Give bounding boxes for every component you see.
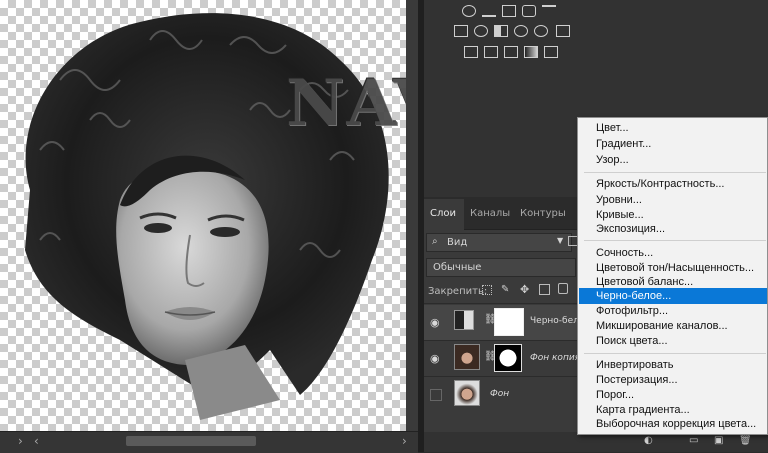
menu-item[interactable]: Градиент...: [596, 138, 651, 150]
layer-name[interactable]: Фон: [490, 389, 509, 399]
menu-item[interactable]: Яркость/Контрастность...: [596, 178, 724, 190]
lock-artboard-icon[interactable]: [539, 284, 550, 295]
scroll-left-icon[interactable]: ‹: [34, 434, 39, 448]
new-adjustment-icon[interactable]: ◐: [644, 435, 653, 446]
menu-separator: [584, 172, 766, 173]
trash-icon[interactable]: 🗑: [739, 435, 752, 446]
curves-icon[interactable]: [502, 5, 516, 17]
menu-separator: [584, 353, 766, 354]
blend-mode-select[interactable]: Обычные: [426, 258, 576, 277]
threshold-icon[interactable]: [504, 46, 518, 58]
menu-item[interactable]: Порог...: [596, 389, 634, 401]
photo-filter-icon[interactable]: [514, 25, 528, 37]
menu-item-selected[interactable]: Черно-белое...: [596, 290, 671, 302]
layer-filter-select[interactable]: ⌕ Вид ▼: [426, 233, 572, 252]
menu-item[interactable]: Сочность...: [596, 247, 653, 259]
brightness-icon[interactable]: [462, 5, 476, 17]
new-layer-icon[interactable]: ▣: [714, 435, 723, 446]
exposure-icon[interactable]: [522, 5, 536, 17]
tab-channels[interactable]: Каналы: [470, 208, 510, 219]
menu-item[interactable]: Поиск цвета...: [596, 335, 668, 347]
color-balance-icon[interactable]: [474, 25, 488, 37]
layer-name[interactable]: Фон копия: [530, 353, 580, 363]
filter-value: Вид: [447, 237, 468, 248]
menu-item[interactable]: Карта градиента...: [596, 404, 690, 416]
black-white-icon[interactable]: [494, 25, 508, 37]
vertical-scrollbar[interactable]: [406, 0, 418, 431]
lock-move-icon[interactable]: ✥: [520, 283, 529, 296]
vibrance-icon[interactable]: [542, 5, 556, 17]
visibility-toggle-off[interactable]: [430, 389, 442, 401]
menu-item[interactable]: Уровни...: [596, 194, 642, 206]
menu-item[interactable]: Цвет...: [596, 122, 629, 134]
blend-mode-value: Обычные: [433, 262, 482, 273]
document-canvas[interactable]: NAVI: [0, 0, 475, 431]
menu-item[interactable]: Кривые...: [596, 209, 644, 221]
search-icon: ⌕: [432, 236, 438, 247]
tab-paths[interactable]: Контуры: [520, 208, 566, 219]
hue-saturation-icon[interactable]: [454, 25, 468, 37]
menu-item[interactable]: Узор...: [596, 154, 629, 166]
color-lookup-icon[interactable]: [556, 25, 570, 37]
layer-mask-thumbnail[interactable]: [494, 344, 522, 372]
menu-item[interactable]: Цветовой тон/Насыщенность...: [596, 262, 754, 274]
scroll-right-end-icon[interactable]: ›: [402, 434, 407, 448]
portrait-image: [25, 13, 389, 420]
menu-item[interactable]: Фотофильтр...: [596, 305, 668, 317]
lock-paint-icon[interactable]: ✎: [501, 284, 509, 295]
layer-mask-thumbnail[interactable]: [494, 308, 524, 336]
menu-item[interactable]: Экспозиция...: [596, 223, 665, 235]
posterize-icon[interactable]: [484, 46, 498, 58]
scrollbar-thumb[interactable]: [126, 436, 256, 446]
tab-layers[interactable]: Слои: [430, 208, 456, 219]
adjustment-layer-icon: [454, 310, 474, 330]
lock-transparent-icon[interactable]: [482, 285, 492, 295]
scroll-right-icon[interactable]: ›: [18, 434, 23, 448]
lock-label: Закрепить:: [428, 286, 488, 297]
lock-all-icon[interactable]: [558, 283, 568, 294]
layers-toolbar: ◐ ▭ ▣ 🗑: [424, 432, 768, 452]
menu-item[interactable]: Цветовой баланс...: [596, 276, 693, 288]
selective-color-icon[interactable]: [544, 46, 558, 58]
eye-icon[interactable]: ◉: [430, 316, 440, 329]
layer-thumbnail: [454, 380, 480, 406]
channel-mixer-icon[interactable]: [534, 25, 548, 37]
chevron-down-icon: ▼: [557, 236, 564, 245]
invert-icon[interactable]: [464, 46, 478, 58]
layer-thumbnail: [454, 344, 480, 370]
menu-item[interactable]: Инвертировать: [596, 359, 673, 371]
menu-item[interactable]: Выборочная коррекция цвета...: [596, 418, 756, 430]
gradient-map-icon[interactable]: [524, 46, 538, 58]
new-group-icon[interactable]: ▭: [689, 435, 698, 446]
levels-icon[interactable]: [482, 5, 496, 17]
menu-item[interactable]: Микширование каналов...: [596, 320, 728, 332]
menu-separator: [584, 240, 766, 241]
eye-icon[interactable]: ◉: [430, 352, 440, 365]
menu-item[interactable]: Постеризация...: [596, 374, 678, 386]
